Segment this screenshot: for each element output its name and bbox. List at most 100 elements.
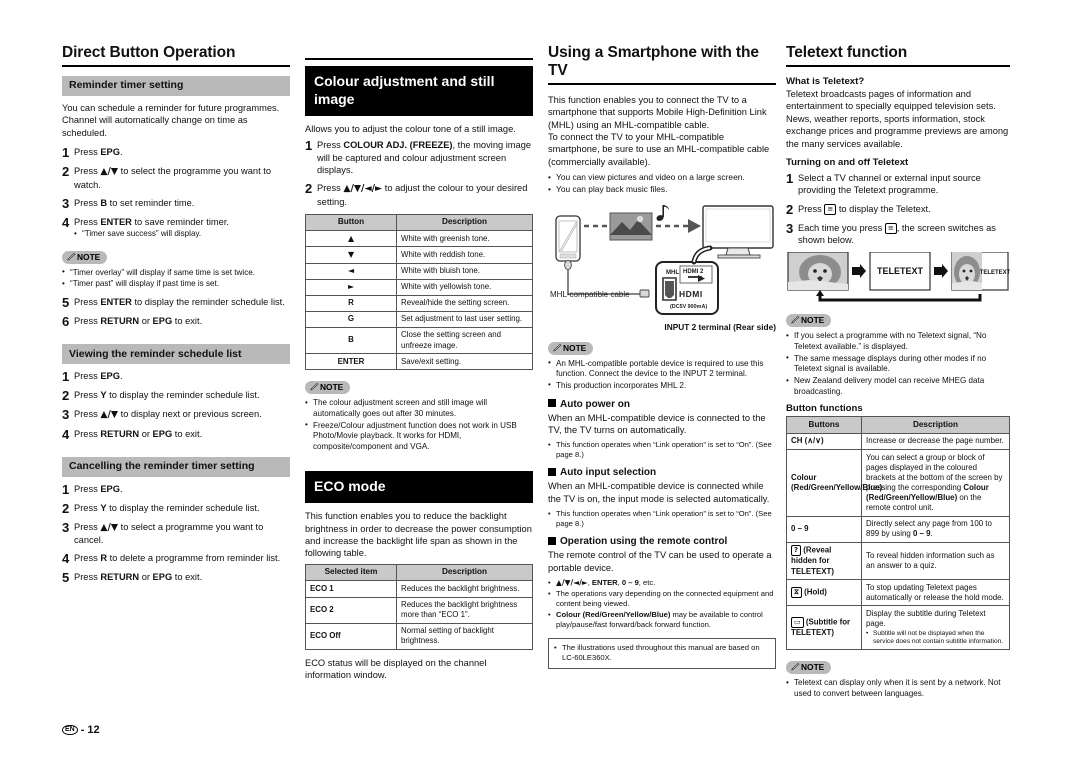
column-1: Direct Button Operation Reminder timer s… (62, 44, 305, 705)
auto-input-selection-body: When an MHL-compatible device is connect… (548, 481, 770, 504)
step-text: Press EPG. (74, 483, 123, 494)
table-header-row: Button Description (305, 213, 533, 232)
step-text: Select a TV channel or external input so… (798, 173, 981, 196)
step-number: 4 (62, 214, 70, 230)
table-row: ► White with yellowish tone. (305, 278, 533, 296)
step-number: 4 (62, 551, 70, 567)
title-rule (786, 64, 1010, 67)
step-text: Press ▲/▼ to display next or previous sc… (74, 409, 262, 421)
heading-turning-on-off-teletext: Turning on and off Teletext (786, 157, 909, 169)
step-number: 2 (62, 500, 70, 516)
table-cell-button: G (305, 310, 397, 328)
bullet-item: ▲/▼/◄/►, ENTER, 0 – 9, etc. (548, 578, 776, 588)
step-number: 1 (62, 145, 70, 161)
step: 1 Press COLOUR ADJ. (FREEZE), the moving… (305, 139, 533, 176)
table-header-buttons: Buttons (786, 416, 862, 434)
auto-power-on-notes: This function operates when “Link operat… (548, 440, 776, 460)
teletext-button-icon: ≡ (824, 204, 837, 216)
table-cell-button: Colour (Red/Green/Yellow/Blue) (786, 449, 882, 517)
box-note-list: The illustrations used throughout this m… (554, 643, 769, 663)
pencil-icon (791, 316, 800, 324)
section-heading-reminder-timer-setting: Reminder timer setting (62, 75, 290, 96)
square-bullet-icon (548, 467, 556, 476)
page-footer: EN - 12 (62, 724, 100, 736)
step: 2 Press ▲/▼ to select the programme you … (62, 165, 290, 191)
table-row: ECO 1 Reduces the backlight brightness. (305, 580, 533, 598)
table-row: B Close the setting screen and unfreeze … (305, 326, 533, 355)
note-item: The illustrations used throughout this m… (554, 643, 769, 663)
pencil-icon (791, 663, 800, 671)
table-header-description: Description (861, 416, 1010, 434)
note-list: If you select a programme with no Telete… (786, 331, 1010, 397)
table-cell-description: White with greenish tone. (396, 230, 533, 248)
step-text: Press ENTER to save reminder timer. “Tim… (74, 216, 290, 241)
note-item: “Timer overlay” will display if same tim… (62, 267, 290, 279)
table-row: ▼ White with reddish tone. (305, 246, 533, 264)
table-row: Colour (Red/Green/Yellow/Blue) You can s… (786, 449, 1010, 517)
note-list: An MHL-compatible portable device is req… (548, 358, 776, 392)
teletext-button-icon: ≡ (884, 223, 897, 235)
step: 3 Each time you press ≡, the screen swit… (786, 222, 1010, 247)
hdmi-logo: HDMI (679, 289, 703, 299)
table-header-row: Buttons Description (786, 416, 1010, 434)
teletext-screen-label-small: TELETEXT (980, 270, 1010, 276)
page-title-direct-button-operation: Direct Button Operation (62, 44, 236, 61)
table-row: CH (∧/∨) Increase or decrease the page n… (786, 432, 1010, 451)
step-text: Press EPG. (74, 371, 123, 382)
table-row: G Set adjustment to last user setting. (305, 310, 533, 328)
cable-label: MHL-compatible cable (550, 290, 630, 299)
step: 2 Press ≡ to display the Teletext. (786, 203, 1010, 216)
power-rating-label: (DC5V 900mA) (670, 304, 707, 310)
note-item: This production incorporates MHL 2. (548, 380, 776, 392)
step-number: 1 (305, 138, 313, 154)
step-number: 3 (786, 220, 794, 236)
step-number: 2 (62, 164, 70, 180)
table-cell-description: White with reddish tone. (396, 246, 533, 264)
page-title-using-smartphone: Using a Smartphone with the TV (548, 44, 759, 79)
table-header-description: Description (396, 213, 533, 232)
step-text: Press ≡ to display the Teletext. (798, 203, 931, 216)
note-list: The colour adjustment screen and still i… (305, 398, 533, 452)
table-cell-description: Set adjustment to last user setting. (396, 310, 533, 328)
eco-mode-table: Selected item Description ECO 1 Reduces … (305, 563, 533, 650)
step: 5 Press ENTER to display the reminder sc… (62, 296, 290, 309)
table-header-description: Description (396, 563, 533, 582)
step-number: 2 (786, 201, 794, 217)
table-cell-item: ECO 2 (305, 596, 397, 624)
step-number: 5 (62, 295, 70, 311)
reminder-timer-intro: You can schedule a reminder for future p… (62, 102, 280, 138)
operation-remote-bullets: ▲/▼/◄/►, ENTER, 0 – 9, etc. The operatio… (548, 578, 776, 630)
step: 3 Press B to set reminder time. (62, 197, 290, 210)
column2-top-rule (305, 58, 533, 60)
table-cell-description: Display the subtitle during Teletext pag… (861, 605, 1010, 651)
table-cell-button: ▼ (305, 246, 397, 264)
arrow-up-icon (816, 290, 824, 297)
step: 2 Press ▲/▼/◄/► to adjust the colour to … (305, 182, 533, 208)
eco-mode-outro: ECO status will be displayed on the chan… (305, 657, 487, 681)
table-row: R Reveal/hide the setting screen. (305, 294, 533, 312)
table-header-button: Button (305, 213, 397, 232)
square-bullet-icon (548, 399, 556, 408)
step: 1 Press EPG. (62, 146, 290, 159)
operation-remote-body: The remote control of the TV can be used… (548, 550, 772, 573)
heading-button-functions: Button functions (786, 403, 863, 415)
table-cell-button: 0 – 9 (786, 515, 862, 543)
note-badge: NOTE (548, 341, 594, 355)
pencil-icon (67, 252, 76, 261)
step-text: Press Y to display the reminder schedule… (74, 502, 260, 513)
table-cell-button: ◄ (305, 262, 397, 280)
table-cell-button: ⧖ (Hold) (786, 579, 862, 607)
step-number: 1 (62, 369, 70, 385)
table-cell-description: Close the setting screen and unfreeze im… (396, 326, 533, 355)
step-number: 1 (62, 481, 70, 497)
column-4: Teletext function What is Teletext? Tele… (786, 44, 1020, 705)
step-number: 1 (786, 171, 794, 187)
table-cell-description: To reveal hidden information such as an … (861, 541, 1010, 581)
step-bullet: “Timer save success” will display. (74, 229, 290, 240)
smartphone-bullets: You can view pictures and video on a lar… (548, 172, 776, 195)
step: 4 Press ENTER to save reminder timer. “T… (62, 216, 290, 241)
teletext-button-functions-table: Buttons Description CH (∧/∨) Increase or… (786, 416, 1010, 651)
arrow-right-icon (852, 264, 866, 279)
note-item: New Zealand delivery model can receive M… (786, 376, 1010, 397)
subtitle-icon: ▭ (791, 617, 804, 629)
